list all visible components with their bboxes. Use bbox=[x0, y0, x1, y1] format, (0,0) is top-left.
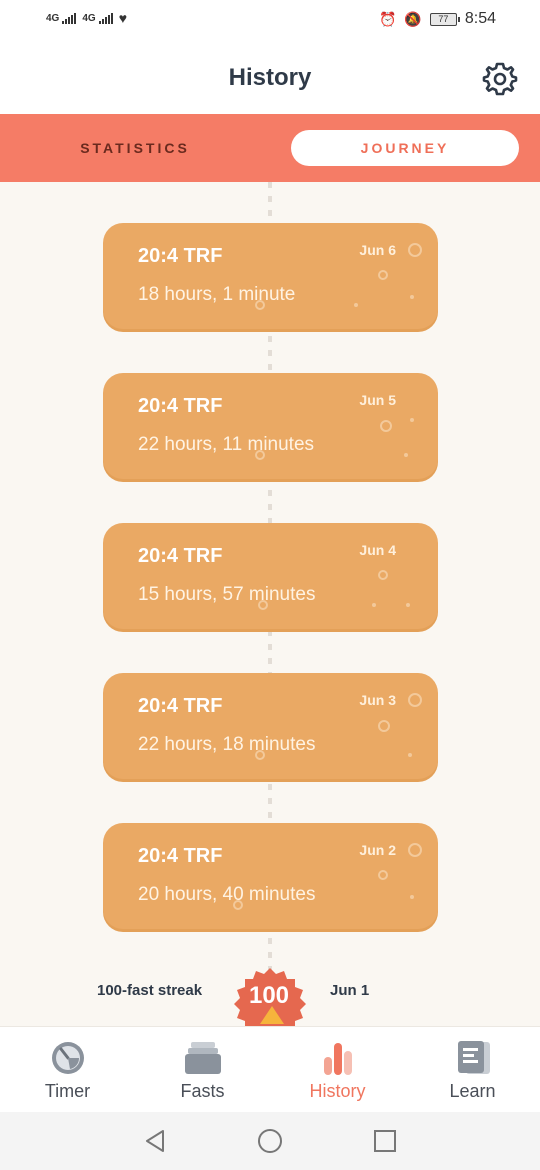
fast-date: Jun 5 bbox=[359, 392, 396, 408]
fast-date: Jun 6 bbox=[359, 242, 396, 258]
heart-icon: ♥ bbox=[118, 10, 127, 26]
learn-icon bbox=[457, 1041, 490, 1074]
nav-history[interactable]: History bbox=[270, 1027, 405, 1113]
decor-bubble bbox=[378, 720, 390, 732]
signal-icon bbox=[62, 12, 77, 24]
alarm-icon: ⏰ bbox=[378, 10, 397, 27]
nav-label: Learn bbox=[449, 1081, 496, 1101]
decor-dot bbox=[410, 295, 414, 299]
network-label-2: 4G bbox=[82, 12, 96, 24]
journey-timeline: 20:4 TRF 18 hours, 1 minute Jun 6 20:4 T… bbox=[0, 182, 540, 1026]
nav-label: Timer bbox=[44, 1081, 91, 1101]
status-bar: 4G 4G ♥ ⏰ 🔕 77 8:54 bbox=[0, 0, 540, 44]
decor-bubble bbox=[378, 570, 388, 580]
decor-bubble bbox=[408, 843, 422, 857]
settings-button[interactable] bbox=[482, 60, 518, 96]
decor-bubble bbox=[378, 870, 388, 880]
fast-plan: 20:4 TRF bbox=[138, 395, 223, 417]
decor-dot bbox=[410, 418, 414, 422]
fast-card[interactable]: 20:4 TRF 20 hours, 40 minutes Jun 2 bbox=[103, 823, 438, 929]
back-icon[interactable] bbox=[142, 1128, 168, 1154]
fast-card[interactable]: 20:4 TRF 18 hours, 1 minute Jun 6 bbox=[103, 223, 438, 329]
decor-dot bbox=[372, 603, 376, 607]
nav-learn[interactable]: Learn bbox=[405, 1027, 540, 1113]
decor-dot bbox=[404, 453, 408, 457]
network-label-1: 4G bbox=[46, 12, 60, 24]
streak-date: Jun 1 bbox=[330, 982, 370, 999]
fast-card[interactable]: 20:4 TRF 22 hours, 18 minutes Jun 3 bbox=[103, 673, 438, 779]
fast-plan: 20:4 TRF bbox=[138, 695, 223, 717]
decor-dot bbox=[408, 753, 412, 757]
signal-icon-2 bbox=[98, 12, 113, 24]
fast-card[interactable]: 20:4 TRF 22 hours, 11 minutes Jun 5 bbox=[103, 373, 438, 479]
gear-icon bbox=[482, 62, 518, 96]
decor-bubble bbox=[378, 270, 388, 280]
bottom-nav: Timer Fasts History Learn bbox=[0, 1026, 540, 1112]
fast-duration: 22 hours, 18 minutes bbox=[138, 734, 316, 755]
nav-label: History bbox=[309, 1081, 366, 1101]
decor-dot bbox=[410, 895, 414, 899]
nav-fasts[interactable]: Fasts bbox=[135, 1027, 270, 1113]
decor-bubble bbox=[408, 693, 422, 707]
decor-dot bbox=[406, 603, 410, 607]
timer-icon bbox=[51, 1042, 84, 1074]
decor-dot bbox=[354, 303, 358, 307]
decor-bubble bbox=[408, 243, 422, 257]
fast-duration: 18 hours, 1 minute bbox=[138, 284, 296, 305]
tab-journey[interactable]: JOURNEY bbox=[291, 130, 519, 166]
fast-plan: 20:4 TRF bbox=[138, 545, 223, 567]
fast-plan: 20:4 TRF bbox=[138, 245, 223, 267]
tab-statistics[interactable]: STATISTICS bbox=[20, 130, 250, 166]
home-icon[interactable] bbox=[257, 1128, 283, 1154]
status-time: 8:54 bbox=[464, 10, 496, 27]
streak-label: 100-fast streak bbox=[97, 982, 203, 999]
fast-date: Jun 2 bbox=[359, 842, 396, 858]
fast-date: Jun 4 bbox=[359, 542, 396, 558]
fast-duration: 22 hours, 11 minutes bbox=[138, 434, 315, 455]
streak-badge-value: 100 bbox=[249, 982, 289, 1009]
nav-label: Fasts bbox=[180, 1081, 225, 1101]
status-left: 4G 4G ♥ bbox=[46, 10, 127, 26]
fast-card[interactable]: 20:4 TRF 15 hours, 57 minutes Jun 4 bbox=[103, 523, 438, 629]
app-header: History bbox=[0, 44, 540, 114]
status-right: ⏰ 🔕 77 8:54 bbox=[379, 10, 496, 28]
fast-plan: 20:4 TRF bbox=[138, 845, 223, 867]
history-icon bbox=[323, 1043, 352, 1075]
system-nav-bar bbox=[0, 1112, 540, 1170]
nav-timer[interactable]: Timer bbox=[0, 1027, 135, 1113]
mute-icon: 🔕 bbox=[404, 10, 422, 27]
page-title: History bbox=[228, 64, 312, 91]
fasts-icon bbox=[184, 1042, 221, 1074]
fast-date: Jun 3 bbox=[359, 692, 396, 708]
fast-duration: 20 hours, 40 minutes bbox=[138, 884, 316, 905]
segment-tabs: STATISTICS JOURNEY bbox=[0, 114, 540, 182]
battery-icon: 77 bbox=[429, 12, 460, 26]
streak-milestone: 100-fast streak 100 Jun 1 bbox=[0, 962, 540, 1026]
decor-bubble bbox=[380, 420, 392, 432]
fast-duration: 15 hours, 57 minutes bbox=[138, 584, 316, 605]
streak-badge-icon: 100 bbox=[234, 968, 306, 1026]
recents-icon[interactable] bbox=[372, 1128, 398, 1154]
